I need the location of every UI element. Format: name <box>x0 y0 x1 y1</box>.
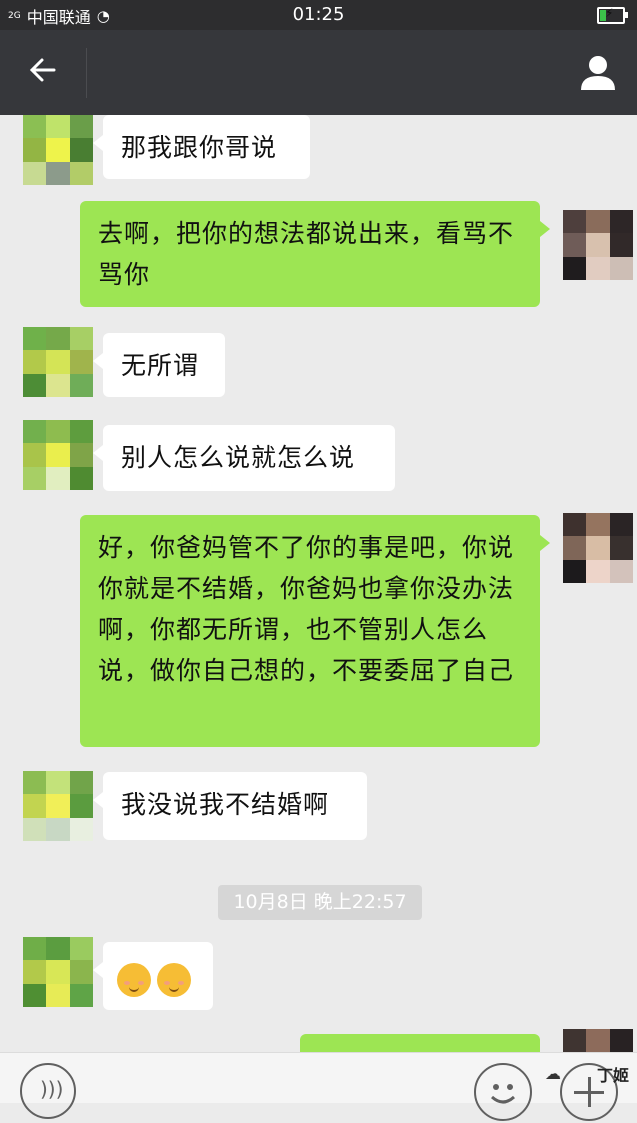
smiling-face-emoji <box>157 963 191 997</box>
watermark-logo-icon: ☁ <box>545 1064 561 1083</box>
message-bubble[interactable]: 好，你爸妈管不了你的事是吧，你说你就是不结婚，你爸妈也拿你没办法啊，你都无所谓，… <box>80 515 550 747</box>
person-icon <box>581 56 615 90</box>
voice-button[interactable]: ))) <box>20 1063 76 1119</box>
chat-header <box>0 30 637 115</box>
message-bubble[interactable] <box>300 1034 540 1052</box>
chat-title <box>140 68 236 92</box>
message-timestamp: 10月8日 晚上22:57 <box>218 885 422 920</box>
input-bar: ))) <box>0 1052 637 1121</box>
my-avatar[interactable] <box>563 513 633 583</box>
voice-icon: ))) <box>40 1077 64 1101</box>
my-avatar[interactable] <box>563 1029 633 1052</box>
emoji-icon <box>490 1084 516 1104</box>
arrow-left-icon <box>29 58 56 82</box>
contact-avatar[interactable] <box>23 420 93 490</box>
message-bubble[interactable]: 别人怎么说就怎么说 <box>93 425 395 491</box>
watermark-text: 丁姬 <box>596 1066 629 1085</box>
emoji-message-bubble[interactable] <box>93 942 213 1010</box>
message-bubble[interactable]: 无所谓 <box>93 333 225 397</box>
emoji-button[interactable] <box>474 1063 532 1121</box>
battery-icon: ⚡ <box>597 6 628 24</box>
profile-button[interactable] <box>579 54 617 90</box>
contact-avatar[interactable] <box>23 115 93 185</box>
chat-area[interactable]: 那我跟你哥说 去啊，把你的想法都说出来，看骂不骂你 无所谓 别人怎么说就怎么说 … <box>0 115 637 1052</box>
contact-avatar[interactable] <box>23 937 93 1007</box>
contact-avatar[interactable] <box>23 327 93 397</box>
clock: 01:25 <box>292 4 345 25</box>
contact-avatar[interactable] <box>23 771 93 841</box>
status-bar: 2G 中国联通 ◔ 01:25 ⚡ <box>0 0 637 30</box>
smiling-face-emoji <box>117 963 151 997</box>
message-bubble[interactable]: 去啊，把你的想法都说出来，看骂不骂你 <box>80 201 550 307</box>
message-bubble[interactable]: 那我跟你哥说 <box>93 115 310 179</box>
message-bubble[interactable]: 我没说我不结婚啊 <box>93 772 367 840</box>
header-divider <box>86 48 87 98</box>
charging-bolt-icon: ⚡ <box>605 6 614 20</box>
my-avatar[interactable] <box>563 210 633 280</box>
back-button[interactable] <box>24 52 64 92</box>
